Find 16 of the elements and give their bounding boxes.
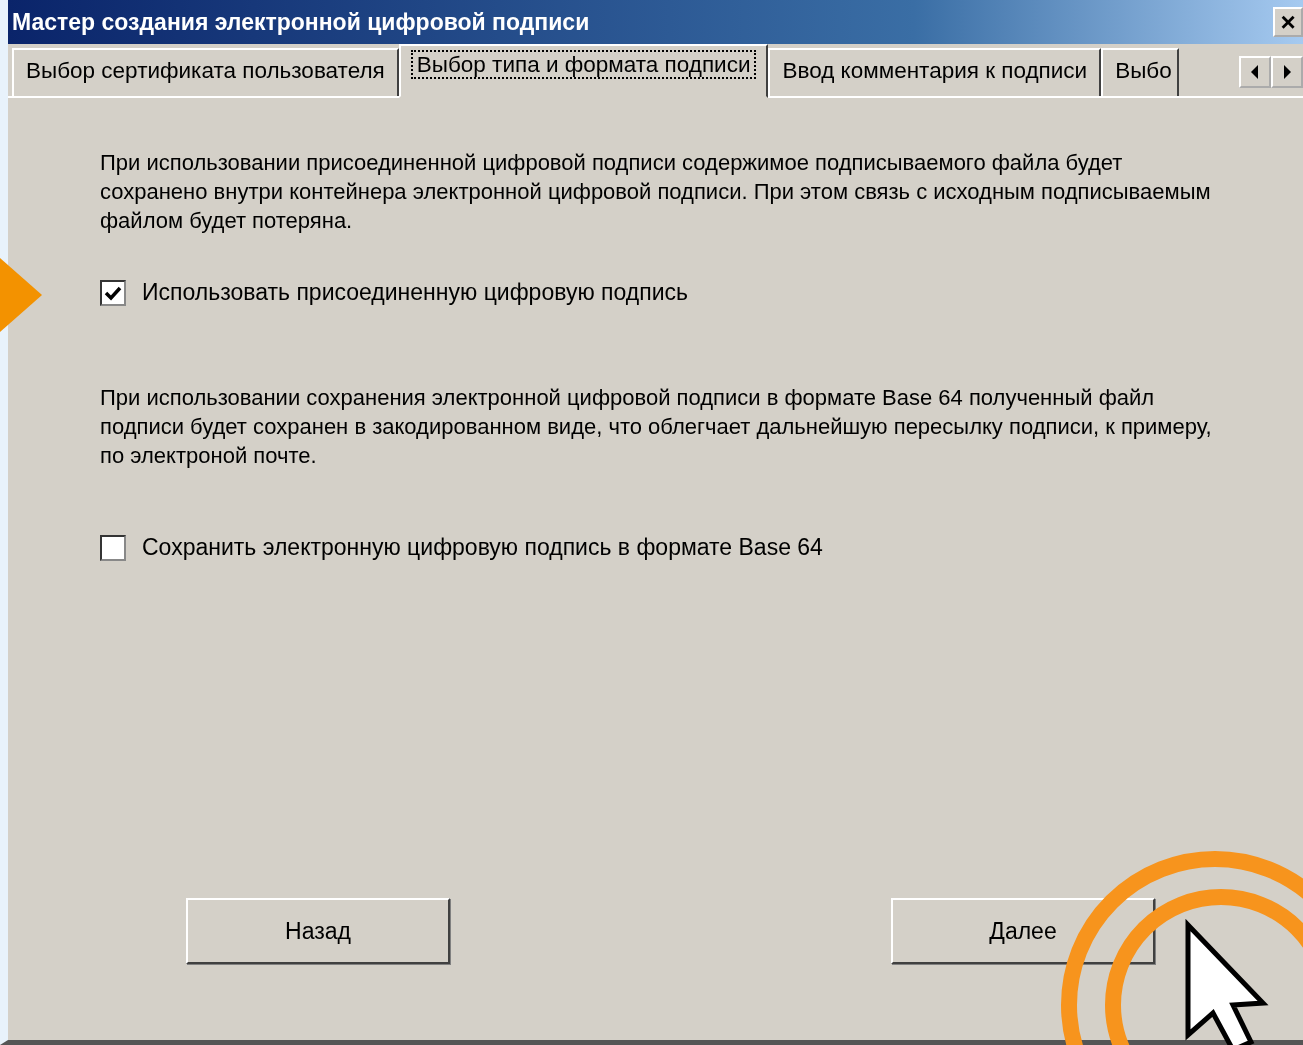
description-text: При использовании сохранения электронной цифровой подписи в формате Base 64 полученный файл подписи будет сохранен в закодированном виде, что облегчает дальнейшую пересылку подписи, к примеру, по электроной почте. bbox=[100, 384, 1213, 470]
window-title: Мастер создания электронной цифровой подписи bbox=[12, 8, 590, 36]
description-text: При использовании присоединенной цифровой подписи содержимое подписываемого файла будет сохранено внутри контейнера электронной цифровой подписи. При этом связь с исходным подписываемым файлом будет потеряна. bbox=[100, 149, 1212, 235]
checkbox[interactable] bbox=[100, 279, 126, 306]
checkbox-label: Использовать присоединенную цифровую подпись bbox=[142, 279, 688, 306]
checkbox-label: Сохранить электронную цифровую подпись в формате Base 64 bbox=[142, 534, 823, 561]
close-button[interactable]: × bbox=[1273, 7, 1303, 37]
tab[interactable]: Выбор типа и формата подписи bbox=[398, 44, 769, 98]
pointer-triangle-icon bbox=[0, 258, 42, 332]
tab[interactable]: Выбо bbox=[1101, 48, 1180, 96]
tab[interactable]: Ввод комментария к подписи bbox=[768, 48, 1102, 96]
back-button[interactable]: Назад bbox=[186, 898, 450, 964]
checkbox[interactable] bbox=[100, 534, 126, 561]
tab[interactable]: Выбор сертификата пользователя bbox=[12, 48, 399, 96]
scroll-right-button[interactable] bbox=[1271, 56, 1303, 88]
scroll-left-button[interactable] bbox=[1239, 56, 1271, 88]
